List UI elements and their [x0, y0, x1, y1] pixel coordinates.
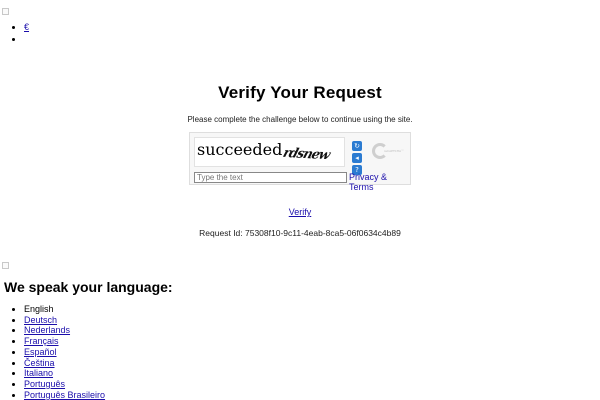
verify-container: Verify — [0, 207, 600, 217]
captcha-word-2: rdsnew — [281, 145, 332, 164]
language-link-francais[interactable]: Français — [24, 336, 59, 346]
captcha-image: succeeded rdsnew — [194, 137, 345, 167]
captcha-response-input[interactable] — [194, 172, 347, 183]
page-subtitle: Please complete the challenge below to c… — [187, 115, 413, 124]
empty-nav-item — [24, 33, 29, 45]
language-item-espanol[interactable]: Español — [24, 347, 105, 358]
captcha-widget: succeeded rdsnew ↻ ◂ ? reCAPTCHA™ Privac… — [189, 132, 411, 192]
language-item-cestina[interactable]: Čeština — [24, 358, 105, 369]
language-item-deutsch[interactable]: Deutsch — [24, 315, 105, 326]
language-item-portugues[interactable]: Português — [24, 379, 105, 390]
currency-item[interactable]: € — [24, 21, 29, 33]
currency-link[interactable]: € — [24, 22, 29, 32]
privacy-terms-link[interactable]: Privacy & Terms — [349, 172, 410, 192]
language-link-portugues[interactable]: Português — [24, 379, 65, 389]
language-item-nederlands[interactable]: Nederlands — [24, 325, 105, 336]
request-id: Request Id: 75308f10-9c11-4eab-8ca5-06f0… — [199, 228, 401, 238]
top-nav-list: € — [24, 21, 29, 45]
captcha-word-1: succeeded — [197, 140, 283, 159]
broken-image-icon — [2, 8, 9, 15]
broken-image-icon — [2, 262, 9, 269]
verify-link[interactable]: Verify — [289, 207, 312, 217]
languages-heading: We speak your language: — [4, 279, 173, 295]
language-link-nederlands[interactable]: Nederlands — [24, 325, 70, 335]
language-link-deutsch[interactable]: Deutsch — [24, 315, 57, 325]
language-list: English Deutsch Nederlands Français Espa… — [24, 304, 105, 400]
language-link-portugues-brasileiro[interactable]: Português Brasileiro — [24, 390, 105, 400]
refresh-icon[interactable]: ↻ — [352, 141, 362, 151]
language-item-english: English — [24, 304, 105, 315]
language-item-francais[interactable]: Français — [24, 336, 105, 347]
language-link-espanol[interactable]: Español — [24, 347, 57, 357]
language-item-portugues-brasileiro[interactable]: Português Brasileiro — [24, 390, 105, 400]
page-title: Verify Your Request — [218, 83, 382, 102]
language-item-italiano[interactable]: Italiano — [24, 368, 105, 379]
recaptcha-logo-text: reCAPTCHA™ — [384, 149, 405, 153]
audio-icon[interactable]: ◂ — [352, 153, 362, 163]
language-link-cestina[interactable]: Čeština — [24, 358, 55, 368]
language-link-italiano[interactable]: Italiano — [24, 368, 53, 378]
